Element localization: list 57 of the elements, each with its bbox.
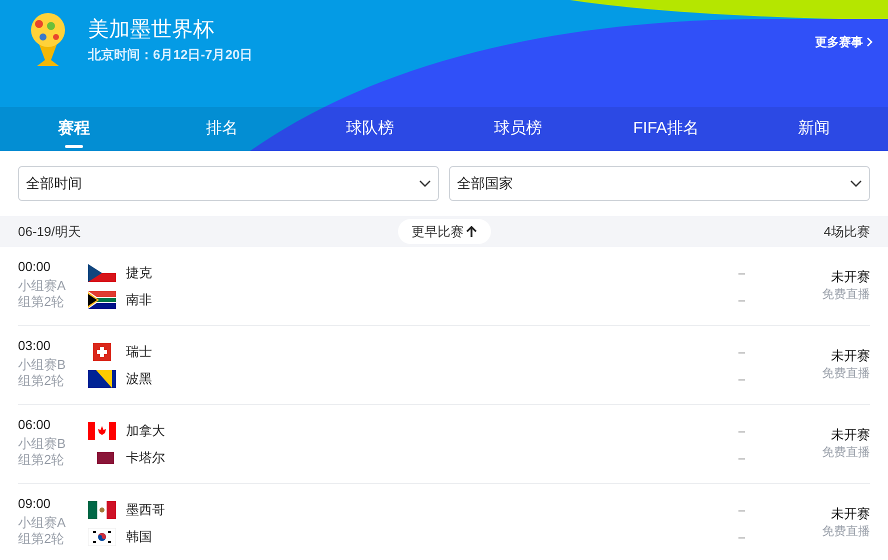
more-events-link[interactable]: 更多赛事 <box>815 33 873 51</box>
team-score: – <box>738 292 745 309</box>
filter-dropdown[interactable]: 全部时间 <box>18 166 439 201</box>
team-score: – <box>738 502 745 519</box>
chevron-right-icon <box>866 37 873 47</box>
flag-icon <box>88 501 116 519</box>
team-name: 加拿大 <box>126 422 165 440</box>
nav-tab[interactable]: 赛程 <box>0 107 148 151</box>
flag-icon <box>88 422 116 440</box>
match-status: 未开赛 <box>831 269 870 285</box>
team-name: 捷克 <box>126 264 152 282</box>
match-time: 00:00 <box>18 259 52 275</box>
nav-tab[interactable]: 排名 <box>148 107 296 151</box>
filter-dropdown[interactable]: 全部国家 <box>449 166 870 201</box>
team-name: 韩国 <box>126 528 152 546</box>
match-status: 未开赛 <box>831 348 870 364</box>
broadcast-label: 免费直播 <box>822 523 870 539</box>
chevron-down-icon <box>419 180 431 188</box>
match-count: 4场比赛 <box>822 222 870 241</box>
tournament-dates: 北京时间：6月12日-7月20日 <box>88 46 253 64</box>
broadcast-label: 免费直播 <box>822 365 870 381</box>
team-score: – <box>738 450 745 467</box>
nav-tab[interactable]: 球员榜 <box>444 107 592 151</box>
arrow-up-icon <box>466 226 476 238</box>
match-stage: 小组赛A组第2轮 <box>18 515 67 547</box>
team-name: 墨西哥 <box>126 501 165 520</box>
team-name: 波黑 <box>126 370 152 388</box>
earlier-matches-button[interactable]: 更早比赛 <box>398 219 490 244</box>
team-name: 瑞士 <box>126 343 152 362</box>
team-score: – <box>738 423 745 440</box>
team-score: – <box>738 344 745 361</box>
broadcast-label: 免费直播 <box>822 444 870 460</box>
nav-tab[interactable]: 球队榜 <box>296 107 444 151</box>
match-stage: 小组赛B组第2轮 <box>18 357 67 389</box>
match-time: 09:00 <box>18 496 52 512</box>
match-time: 06:00 <box>18 417 52 433</box>
active-tab-indicator <box>65 145 83 148</box>
nav-tab[interactable]: FIFA排名 <box>592 107 740 151</box>
flag-icon <box>88 370 116 388</box>
team-score: – <box>738 529 745 546</box>
match-date: 06-19/明天 <box>18 222 82 241</box>
match-stage: 小组赛B组第2轮 <box>18 436 67 468</box>
flag-icon <box>88 291 116 309</box>
team-name: 南非 <box>126 291 152 310</box>
team-score: – <box>738 371 745 388</box>
broadcast-label: 免费直播 <box>822 286 870 302</box>
match-stage: 小组赛A组第2轮 <box>18 278 67 310</box>
match-status: 未开赛 <box>831 506 870 522</box>
flag-icon <box>88 528 116 546</box>
match-status: 未开赛 <box>831 427 870 443</box>
team-name: 卡塔尔 <box>126 449 165 468</box>
nav-tab[interactable]: 新闻 <box>740 107 888 151</box>
team-score: – <box>738 265 745 282</box>
tournament-title: 美加墨世界杯 <box>88 17 215 43</box>
match-time: 03:00 <box>18 338 52 354</box>
flag-icon <box>88 264 116 282</box>
chevron-down-icon <box>850 180 862 188</box>
